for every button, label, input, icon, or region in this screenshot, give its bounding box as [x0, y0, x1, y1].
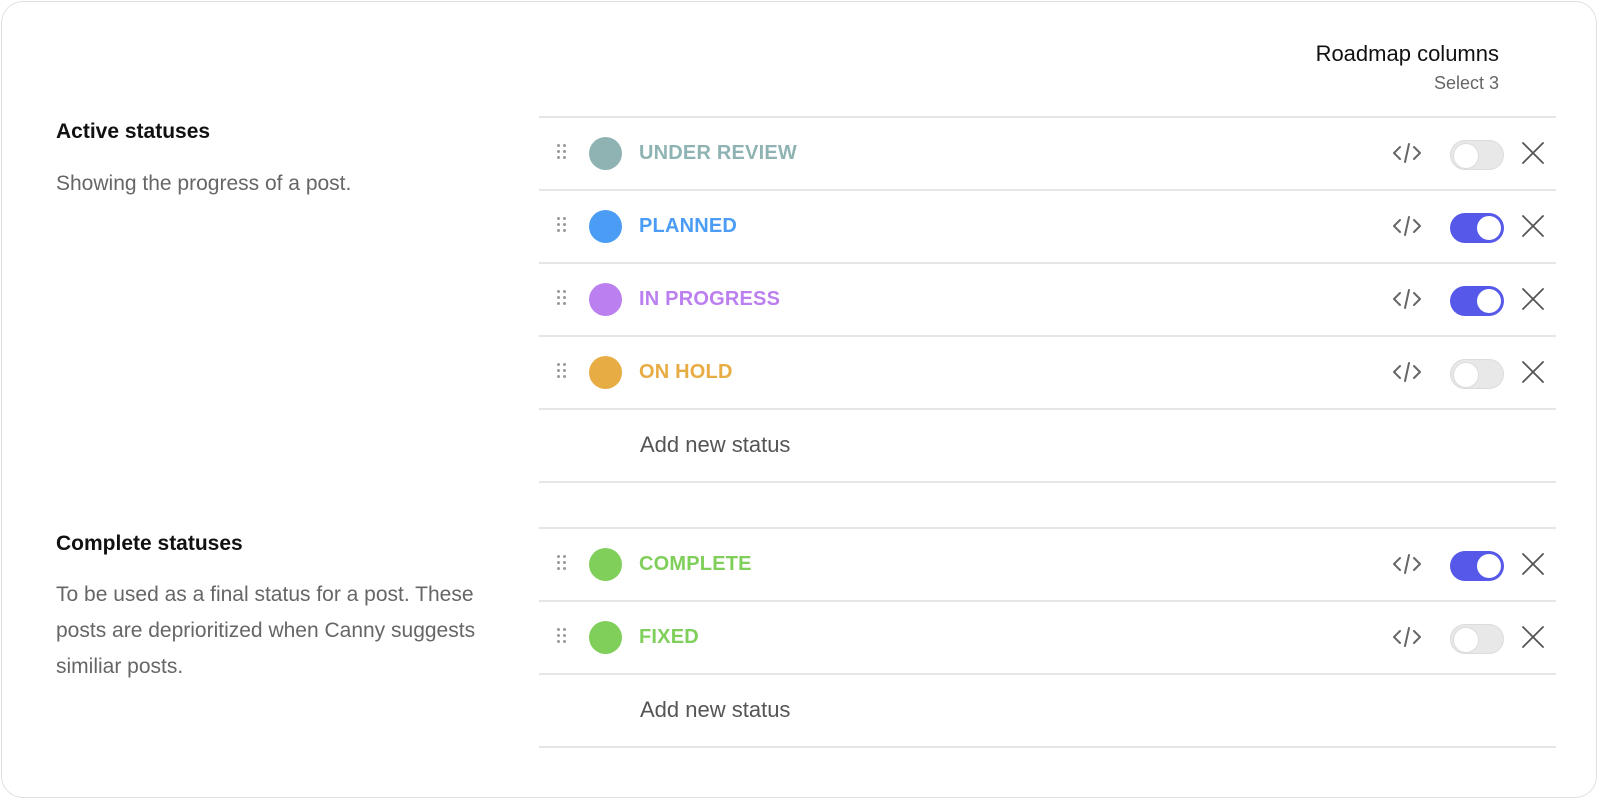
status-label[interactable]: IN PROGRESS — [639, 288, 780, 311]
code-icon[interactable] — [1392, 140, 1422, 166]
close-icon[interactable] — [1520, 286, 1546, 312]
add-status-row[interactable]: Add new status — [539, 410, 1556, 483]
code-icon[interactable] — [1392, 359, 1422, 385]
roadmap-toggle[interactable] — [1450, 286, 1504, 316]
status-row: IN PROGRESS — [539, 264, 1556, 337]
close-icon[interactable] — [1520, 359, 1546, 385]
status-row: PLANNED — [539, 191, 1556, 264]
roadmap-toggle[interactable] — [1450, 624, 1504, 654]
roadmap-toggle[interactable] — [1450, 359, 1504, 389]
complete-statuses-description: To be used as a final status for a post.… — [56, 583, 476, 678]
drag-handle-icon[interactable] — [557, 628, 567, 644]
statuses-card: Roadmap columns Select 3 Active statuses… — [1, 1, 1597, 798]
status-label[interactable]: FIXED — [639, 626, 699, 649]
roadmap-toggle[interactable] — [1450, 551, 1504, 581]
close-icon[interactable] — [1520, 551, 1546, 577]
code-icon[interactable] — [1392, 551, 1422, 577]
drag-handle-icon[interactable] — [557, 555, 567, 571]
status-color-dot[interactable] — [589, 621, 622, 654]
complete-statuses-title: Complete statuses — [56, 532, 243, 555]
close-icon[interactable] — [1520, 140, 1546, 166]
roadmap-columns-title: Roadmap columns — [1315, 41, 1499, 66]
roadmap-columns-subtitle: Select 3 — [1433, 73, 1499, 93]
status-label[interactable]: COMPLETE — [639, 553, 752, 576]
status-row: UNDER REVIEW — [539, 118, 1556, 191]
roadmap-toggle[interactable] — [1450, 213, 1504, 243]
drag-handle-icon[interactable] — [557, 217, 567, 233]
status-label[interactable]: UNDER REVIEW — [639, 142, 797, 165]
toggle-knob — [1477, 289, 1501, 313]
active-statuses-description: Showing the progress of a post. — [56, 172, 352, 195]
add-new-status-input[interactable]: Add new status — [640, 697, 790, 723]
status-color-dot[interactable] — [589, 356, 622, 389]
active-status-list: UNDER REVIEW PLANNED IN PROGRESS ON HOLD — [539, 116, 1556, 483]
status-row: ON HOLD — [539, 337, 1556, 410]
code-icon[interactable] — [1392, 213, 1422, 239]
code-icon[interactable] — [1392, 624, 1422, 650]
status-color-dot[interactable] — [589, 137, 622, 170]
roadmap-columns-header: Roadmap columns Select 3 — [1316, 40, 1499, 94]
toggle-knob — [1477, 216, 1501, 240]
status-row: COMPLETE — [539, 529, 1556, 602]
status-color-dot[interactable] — [589, 210, 622, 243]
toggle-knob — [1454, 144, 1478, 168]
complete-status-list: COMPLETE FIXED Add new status — [539, 527, 1556, 748]
drag-handle-icon[interactable] — [557, 290, 567, 306]
roadmap-toggle[interactable] — [1450, 140, 1504, 170]
toggle-knob — [1454, 363, 1478, 387]
add-new-status-input[interactable]: Add new status — [640, 432, 790, 458]
drag-handle-icon[interactable] — [557, 144, 567, 160]
status-label[interactable]: ON HOLD — [639, 361, 733, 384]
active-statuses-title: Active statuses — [56, 120, 211, 143]
drag-handle-icon[interactable] — [557, 363, 567, 379]
code-icon[interactable] — [1392, 286, 1422, 312]
status-color-dot[interactable] — [589, 283, 622, 316]
toggle-knob — [1454, 628, 1478, 652]
status-label[interactable]: PLANNED — [639, 215, 737, 238]
close-icon[interactable] — [1520, 624, 1546, 650]
close-icon[interactable] — [1520, 213, 1546, 239]
toggle-knob — [1477, 554, 1501, 578]
add-status-row[interactable]: Add new status — [539, 675, 1556, 748]
status-row: FIXED — [539, 602, 1556, 675]
status-color-dot[interactable] — [589, 548, 622, 581]
